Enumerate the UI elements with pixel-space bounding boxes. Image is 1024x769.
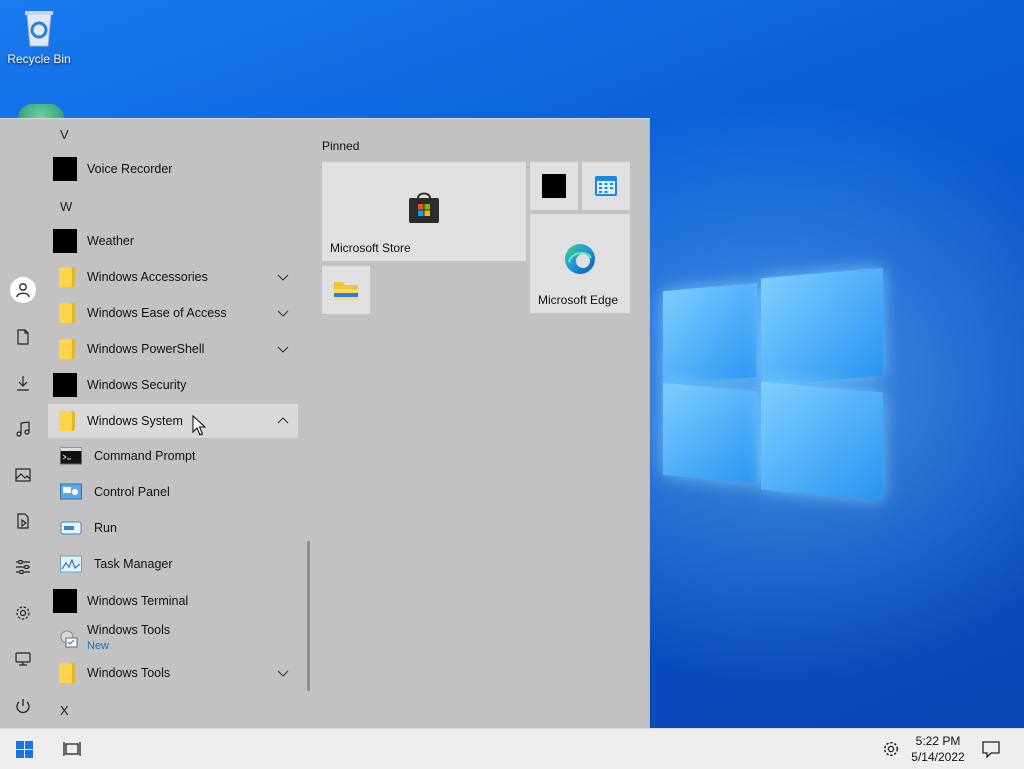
tile-black-app[interactable] bbox=[530, 162, 578, 210]
start-menu: V Voice Recorder W Weather Windows Acces… bbox=[0, 118, 650, 729]
taskbar: 5:22 PM 5/14/2022 bbox=[0, 728, 1024, 769]
folder-icon bbox=[59, 339, 75, 359]
windows-terminal-icon bbox=[53, 589, 77, 613]
tile-microsoft-store[interactable]: Microsoft Store bbox=[322, 162, 526, 261]
personalization-icon[interactable] bbox=[10, 554, 36, 580]
voice-recorder-icon bbox=[53, 157, 77, 181]
mouse-cursor-icon bbox=[192, 415, 206, 436]
folder-icon bbox=[59, 663, 75, 683]
app-label: Windows Tools bbox=[87, 666, 171, 680]
music-icon[interactable] bbox=[10, 416, 36, 442]
app-list-scrollbar[interactable] bbox=[307, 541, 310, 691]
run-icon bbox=[60, 521, 82, 535]
folder-windows-accessories[interactable]: Windows Accessories bbox=[48, 260, 298, 294]
app-weather[interactable]: Weather bbox=[48, 224, 298, 258]
chevron-down-icon bbox=[277, 346, 289, 353]
calendar-icon bbox=[595, 176, 617, 196]
app-label: Windows Ease of Access bbox=[87, 306, 227, 320]
app-control-panel[interactable]: Control Panel bbox=[48, 475, 298, 509]
pinned-title: Pinned bbox=[322, 139, 360, 153]
app-placeholder-icon bbox=[542, 174, 566, 198]
app-label: Windows Terminal bbox=[87, 594, 189, 608]
app-label: Windows Accessories bbox=[87, 270, 208, 284]
folder-icon bbox=[59, 303, 75, 323]
letter-header-w[interactable]: W bbox=[60, 199, 72, 214]
command-prompt-icon bbox=[60, 447, 82, 465]
action-center-button[interactable] bbox=[976, 729, 1006, 769]
all-apps-list: V Voice Recorder W Weather Windows Acces… bbox=[48, 119, 300, 729]
windows-tools-icon bbox=[60, 630, 78, 648]
folder-windows-ease-of-access[interactable]: Windows Ease of Access bbox=[48, 296, 298, 330]
chevron-down-icon bbox=[277, 274, 289, 281]
pictures-icon[interactable] bbox=[10, 462, 36, 488]
folder-icon bbox=[59, 267, 75, 287]
app-label: Voice Recorder bbox=[87, 162, 173, 176]
app-label: Task Manager bbox=[94, 557, 173, 571]
start-button[interactable] bbox=[0, 729, 48, 769]
recycle-bin-shortcut[interactable]: Recycle Bin bbox=[6, 8, 72, 66]
start-rail bbox=[0, 119, 46, 729]
videos-icon[interactable] bbox=[10, 508, 36, 534]
tile-label: Microsoft Store bbox=[330, 241, 411, 255]
gear-icon bbox=[883, 741, 899, 757]
downloads-icon[interactable] bbox=[10, 370, 36, 396]
chevron-down-icon bbox=[277, 670, 289, 677]
app-label: Windows PowerShell bbox=[87, 342, 205, 356]
tile-microsoft-edge[interactable]: Microsoft Edge bbox=[530, 214, 630, 313]
documents-icon[interactable] bbox=[10, 324, 36, 350]
app-label: Windows Security bbox=[87, 378, 187, 392]
app-task-manager[interactable]: Task Manager bbox=[48, 547, 298, 581]
app-windows-security[interactable]: Windows Security bbox=[48, 368, 298, 402]
app-label: Control Panel bbox=[94, 485, 170, 499]
clock-time: 5:22 PM bbox=[915, 734, 961, 748]
windows-security-icon bbox=[53, 373, 77, 397]
app-windows-terminal[interactable]: Windows Terminal bbox=[48, 584, 298, 618]
windows-logo-wallpaper bbox=[655, 265, 895, 505]
settings-icon[interactable] bbox=[10, 600, 36, 626]
chevron-up-icon bbox=[277, 417, 289, 424]
task-manager-icon bbox=[60, 555, 82, 573]
app-voice-recorder[interactable]: Voice Recorder bbox=[48, 152, 298, 186]
taskbar-clock[interactable]: 5:22 PM 5/14/2022 bbox=[906, 733, 970, 765]
folder-icon bbox=[59, 411, 75, 431]
app-run[interactable]: Run bbox=[48, 511, 298, 545]
microsoft-store-icon bbox=[409, 192, 439, 223]
microsoft-edge-icon bbox=[565, 244, 595, 274]
app-windows-tools-new[interactable]: Windows Tools New bbox=[48, 619, 298, 655]
settings-tray-button[interactable] bbox=[876, 729, 906, 769]
network-icon[interactable] bbox=[10, 646, 36, 672]
folder-windows-system[interactable]: Windows System bbox=[48, 404, 298, 438]
task-view-button[interactable] bbox=[50, 729, 94, 769]
notification-icon bbox=[982, 740, 1000, 758]
weather-icon bbox=[53, 229, 77, 253]
task-view-icon bbox=[63, 742, 81, 756]
tile-file-explorer[interactable] bbox=[322, 266, 370, 314]
app-label: Weather bbox=[87, 234, 135, 248]
edge-desktop-icon[interactable] bbox=[18, 104, 64, 118]
app-command-prompt[interactable]: Command Prompt bbox=[48, 439, 298, 473]
windows-start-icon bbox=[15, 740, 33, 758]
app-label: Run bbox=[94, 521, 117, 535]
folder-windows-tools[interactable]: Windows Tools bbox=[48, 656, 298, 690]
control-panel-icon bbox=[60, 483, 82, 500]
file-explorer-icon bbox=[334, 282, 358, 300]
app-label: Command Prompt bbox=[94, 449, 196, 463]
user-icon[interactable] bbox=[10, 277, 36, 303]
clock-date: 5/14/2022 bbox=[911, 750, 965, 764]
letter-header-v[interactable]: V bbox=[60, 127, 69, 142]
chevron-down-icon bbox=[277, 310, 289, 317]
recycle-bin-label: Recycle Bin bbox=[7, 52, 71, 66]
tile-label: Microsoft Edge bbox=[538, 293, 619, 307]
letter-header-x[interactable]: X bbox=[60, 703, 69, 718]
app-label: Windows Tools bbox=[87, 623, 171, 637]
new-badge: New bbox=[87, 640, 110, 652]
tile-calendar[interactable] bbox=[582, 162, 630, 210]
power-icon[interactable] bbox=[10, 693, 36, 719]
folder-windows-powershell[interactable]: Windows PowerShell bbox=[48, 332, 298, 366]
recycle-bin-icon bbox=[22, 8, 56, 48]
app-label: Windows System bbox=[87, 414, 183, 428]
